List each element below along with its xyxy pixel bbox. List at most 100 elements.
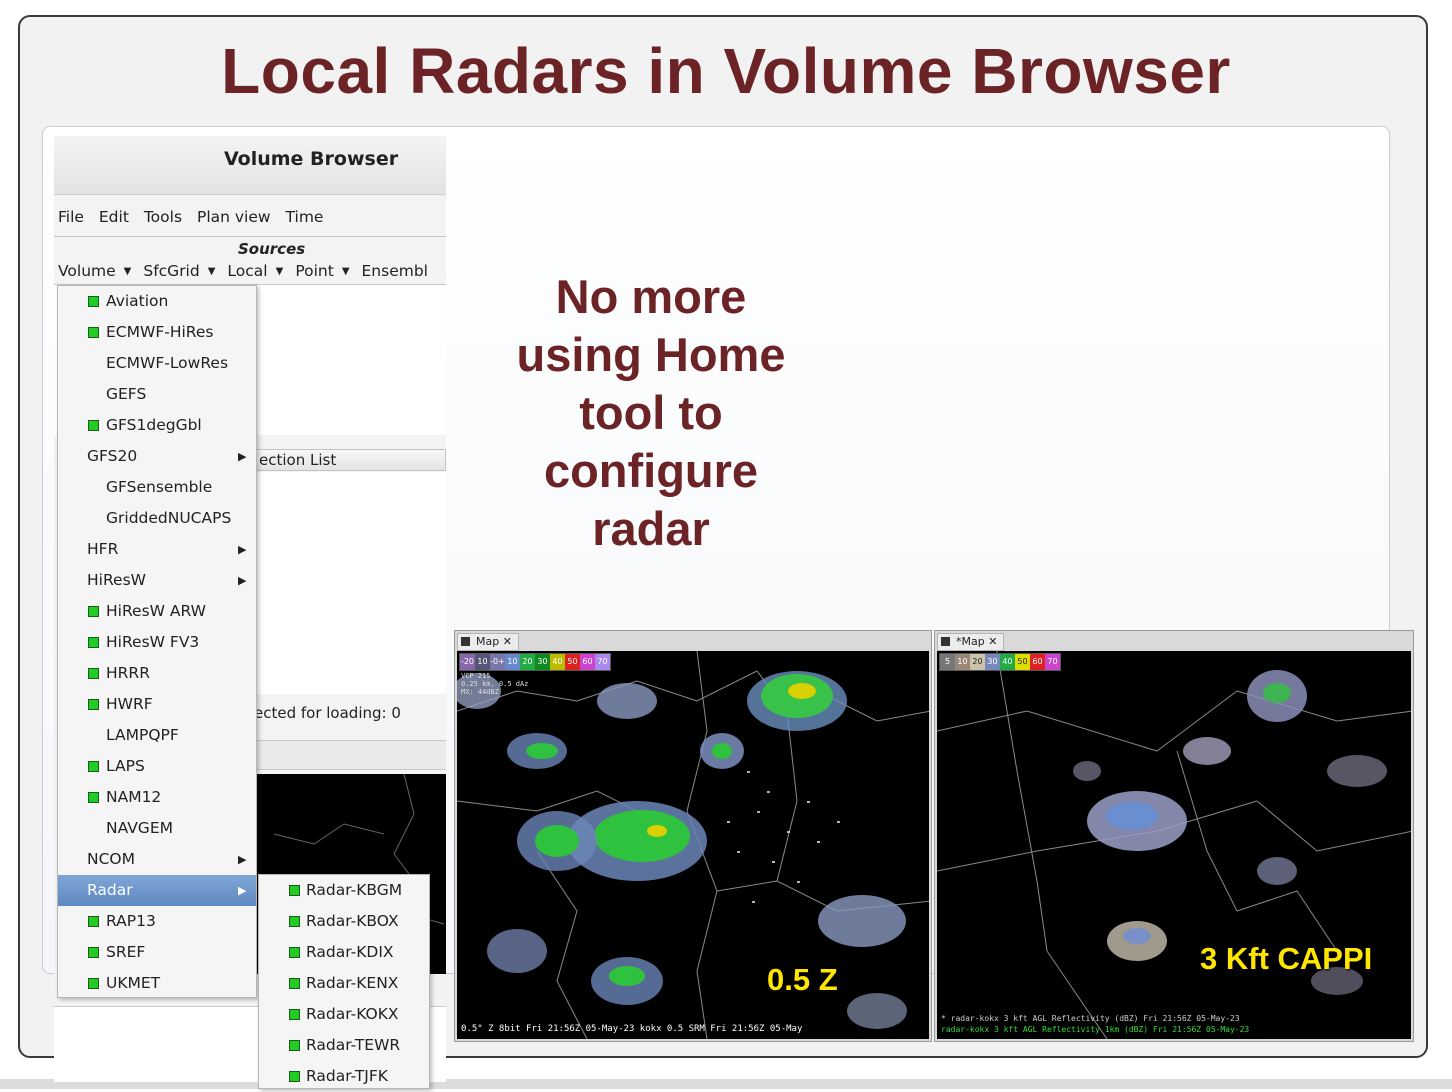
- submenu-item-radar-kokx[interactable]: Radar-KOKX: [259, 999, 429, 1030]
- colorbar-label: 10: [505, 654, 520, 670]
- chevron-right-icon: ▶: [238, 884, 247, 897]
- submenu-item-radar-kenx[interactable]: Radar-KENX: [259, 968, 429, 999]
- colorbar-label: 30: [985, 654, 1000, 670]
- chevron-right-icon: ▶: [238, 853, 247, 866]
- status-indicator-icon: [88, 637, 99, 648]
- source-dropdown-row: Volume ▼ SfcGrid ▼ Local ▼ Point ▼ Ensembl: [58, 262, 428, 280]
- menu-item-ecmwf-lowres[interactable]: ECMWF-LowRes: [58, 348, 256, 379]
- menu-item-hiresw[interactable]: HiResW ▶: [58, 565, 256, 596]
- selection-list[interactable]: [254, 472, 446, 694]
- map-tab[interactable]: *Map ✕: [937, 633, 1005, 651]
- radar-status-line-1: * radar-kokx 3 kft AGL Reflectivity (dBZ…: [941, 1014, 1240, 1023]
- menu-item-hiresw-fv3[interactable]: HiResW FV3: [58, 627, 256, 658]
- volume-dropdown-menu: Aviation ECMWF-HiRes ECMWF-LowRes GEFS GFS1d…: [57, 285, 257, 998]
- menu-item-label: NAVGEM: [106, 819, 173, 837]
- submenu-item-radar-tjfk[interactable]: Radar-TJFK: [259, 1061, 429, 1092]
- menu-item-aviation[interactable]: Aviation: [58, 286, 256, 317]
- menu-item-label: LAMPQPF: [106, 726, 179, 744]
- menu-item-laps[interactable]: LAPS: [58, 751, 256, 782]
- menu-item-label: GriddedNUCAPS: [106, 509, 232, 527]
- chevron-down-icon[interactable]: ▼: [276, 266, 284, 277]
- menu-item-radar[interactable]: Radar ▶: [58, 875, 256, 906]
- menu-item-hwrf[interactable]: HWRF: [58, 689, 256, 720]
- menu-item-label: GFS20: [87, 447, 138, 465]
- menu-tools[interactable]: Tools: [144, 208, 182, 226]
- menu-item-ecmwf-hires[interactable]: ECMWF-HiRes: [58, 317, 256, 348]
- chevron-right-icon: ▶: [238, 574, 247, 587]
- source-dropdown-local[interactable]: Local: [227, 262, 267, 280]
- menu-item-gfs20[interactable]: GFS20 ▶: [58, 441, 256, 472]
- menu-item-ncom[interactable]: NCOM ▶: [58, 844, 256, 875]
- callout-line: radar: [592, 502, 710, 555]
- status-indicator-icon: [88, 327, 99, 338]
- status-indicator-icon: [88, 792, 99, 803]
- colorbar-label: 10: [475, 654, 490, 670]
- callout-line: configure: [543, 444, 759, 497]
- selection-list-header: ection List: [256, 449, 446, 471]
- submenu-item-radar-kbgm[interactable]: Radar-KBGM: [259, 875, 429, 906]
- colorbar-label: -20: [460, 654, 475, 670]
- close-icon[interactable]: ✕: [503, 635, 512, 648]
- source-dropdown-sfcgrid[interactable]: SfcGrid: [143, 262, 199, 280]
- status-indicator-icon: [88, 978, 99, 989]
- status-indicator-icon: [88, 947, 99, 958]
- radar-status-line-2: radar-kokx 3 kft AGL Reflectivity 1km (d…: [941, 1025, 1250, 1034]
- sources-heading: Sources: [238, 240, 306, 258]
- menu-item-griddednucaps[interactable]: GriddedNUCAPS: [58, 503, 256, 534]
- submenu-item-radar-tewr[interactable]: Radar-TEWR: [259, 1030, 429, 1061]
- submenu-item-label: Radar-KBOX: [306, 912, 399, 930]
- menu-item-label: GFSensemble: [106, 478, 213, 496]
- source-dropdown-ensemble[interactable]: Ensembl: [362, 262, 428, 280]
- menu-edit[interactable]: Edit: [99, 208, 129, 226]
- menu-item-ukmet[interactable]: UKMET: [58, 968, 256, 999]
- menu-item-sref[interactable]: SREF: [58, 937, 256, 968]
- submenu-item-label: Radar-KBGM: [306, 881, 403, 899]
- menu-item-gfsensemble[interactable]: GFSensemble: [58, 472, 256, 503]
- menu-item-label: GEFS: [106, 385, 147, 403]
- color-bar-right: 5 10 20 30 40 50 60 70: [939, 653, 1061, 671]
- toolbar-strip: [254, 740, 446, 770]
- chevron-down-icon[interactable]: ▼: [342, 266, 350, 277]
- chevron-down-icon[interactable]: ▼: [124, 266, 132, 277]
- status-indicator-icon: [88, 420, 99, 431]
- source-dropdown-volume[interactable]: Volume: [58, 262, 116, 280]
- status-indicator-icon: [289, 885, 300, 896]
- status-indicator-icon: [88, 668, 99, 679]
- status-indicator-icon: [289, 947, 300, 958]
- menu-plan-view[interactable]: Plan view: [197, 208, 271, 226]
- status-indicator-icon: [289, 1071, 300, 1082]
- radar-submenu: Radar-KBGM Radar-KBOX Radar-KDIX Radar-KENX…: [258, 874, 430, 1089]
- radar-echo-graphics: [937, 651, 1411, 1039]
- menu-item-gefs[interactable]: GEFS: [58, 379, 256, 410]
- menu-item-navgem[interactable]: NAVGEM: [58, 813, 256, 844]
- close-icon[interactable]: ✕: [988, 635, 997, 648]
- source-dropdown-point[interactable]: Point: [295, 262, 334, 280]
- menu-item-nam12[interactable]: NAM12: [58, 782, 256, 813]
- window-title: Volume Browser: [224, 148, 399, 170]
- menu-item-hiresw-arw[interactable]: HiResW ARW: [58, 596, 256, 627]
- menu-item-lampqpf[interactable]: LAMPQPF: [58, 720, 256, 751]
- colorbar-label: 5: [940, 654, 955, 670]
- menu-item-hrrr[interactable]: HRRR: [58, 658, 256, 689]
- status-indicator-icon: [88, 699, 99, 710]
- radar-display-right[interactable]: 5 10 20 30 40 50 60 70 * radar-kokx 3 kf…: [937, 651, 1411, 1039]
- map-tab[interactable]: Map ✕: [457, 633, 519, 651]
- chevron-down-icon[interactable]: ▼: [208, 266, 216, 277]
- colorbar-label: 50: [1015, 654, 1030, 670]
- submenu-item-radar-kdix[interactable]: Radar-KDIX: [259, 937, 429, 968]
- submenu-item-radar-kbox[interactable]: Radar-KBOX: [259, 906, 429, 937]
- chevron-right-icon: ▶: [238, 450, 247, 463]
- submenu-item-label: Radar-KENX: [306, 974, 399, 992]
- status-indicator-icon: [289, 916, 300, 927]
- menu-item-hfr[interactable]: HFR ▶: [58, 534, 256, 565]
- colorbar-label: 60: [580, 654, 595, 670]
- colorbar-label: 40: [1000, 654, 1015, 670]
- menu-item-label: HWRF: [106, 695, 153, 713]
- callout-text: No more using Home tool to configure rad…: [478, 268, 824, 558]
- radar-display-left[interactable]: -20 10 -0+ 10 20 30 40 50 60 70 VCP 215 …: [457, 651, 929, 1039]
- menu-item-rap13[interactable]: RAP13: [58, 906, 256, 937]
- submenu-item-label: Radar-KDIX: [306, 943, 394, 961]
- menu-file[interactable]: File: [58, 208, 84, 226]
- menu-time[interactable]: Time: [286, 208, 324, 226]
- menu-item-gfs1deggbl[interactable]: GFS1degGbl: [58, 410, 256, 441]
